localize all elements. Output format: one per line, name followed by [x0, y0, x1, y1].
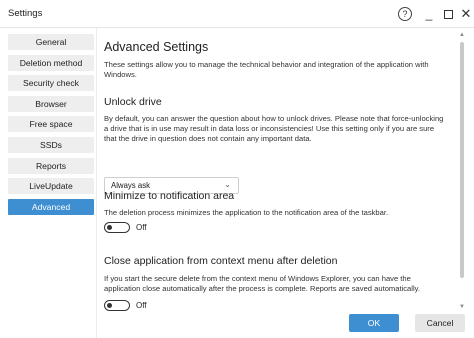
- close-icon: ✕: [460, 6, 472, 21]
- toggle-knob: [107, 302, 112, 308]
- close-app-description: If you start the secure delete from the …: [104, 274, 420, 294]
- sidebar-item-liveupdate[interactable]: LiveUpdate: [8, 178, 94, 195]
- unlock-drive-heading: Unlock drive: [104, 96, 162, 108]
- content-scrollbar[interactable]: ▲ ▼: [459, 32, 465, 312]
- minimize-toggle-label: Off: [136, 223, 147, 232]
- unlock-drive-select-value: Always ask: [111, 181, 150, 190]
- close-app-toggle[interactable]: [104, 300, 130, 311]
- maximize-icon: [443, 9, 453, 19]
- sidebar-item-deletion-method[interactable]: Deletion method: [8, 54, 94, 71]
- minimize-description: The deletion process minimizes the appli…: [104, 208, 389, 217]
- ok-button[interactable]: OK: [349, 314, 399, 332]
- sidebar-item-advanced[interactable]: Advanced: [8, 198, 94, 215]
- close-app-toggle-label: Off: [136, 301, 147, 310]
- sidebar-item-ssds[interactable]: SSDs: [8, 136, 94, 153]
- window-title: Settings: [8, 8, 43, 19]
- close-app-heading: Close application from context menu afte…: [104, 255, 338, 267]
- cancel-button[interactable]: Cancel: [415, 314, 465, 332]
- intro-text: These settings allow you to manage the t…: [104, 60, 429, 80]
- close-app-toggle-row: Off: [104, 300, 147, 311]
- minimize-heading: Minimize to notification area: [104, 190, 235, 202]
- help-icon: ?: [398, 7, 412, 21]
- settings-sidebar: General Deletion method Security check B…: [8, 34, 94, 219]
- toggle-knob: [107, 224, 112, 230]
- title-bar: Settings ? _ ✕: [0, 0, 474, 28]
- sidebar-divider: [96, 28, 97, 338]
- sidebar-item-browser[interactable]: Browser: [8, 95, 94, 112]
- maximize-button[interactable]: [440, 4, 456, 24]
- scrollbar-thumb[interactable]: [460, 42, 464, 278]
- close-button[interactable]: ✕: [458, 4, 474, 24]
- help-button[interactable]: ?: [395, 4, 415, 24]
- sidebar-item-security-check[interactable]: Security check: [8, 75, 94, 92]
- sidebar-item-general[interactable]: General: [8, 34, 94, 50]
- chevron-down-icon: ⌄: [224, 180, 231, 189]
- page-title: Advanced Settings: [104, 40, 209, 54]
- sidebar-item-reports[interactable]: Reports: [8, 157, 94, 174]
- unlock-drive-description: By default, you can answer the question …: [104, 114, 444, 144]
- minimize-toggle-row: Off: [104, 222, 147, 233]
- dialog-footer: OK Cancel: [0, 312, 474, 338]
- minimize-toggle[interactable]: [104, 222, 130, 233]
- minimize-icon: _: [425, 7, 433, 21]
- sidebar-item-free-space[interactable]: Free space: [8, 116, 94, 133]
- scroll-down-arrow-icon[interactable]: ▼: [459, 304, 465, 310]
- minimize-button[interactable]: _: [420, 4, 438, 24]
- scroll-up-arrow-icon[interactable]: ▲: [459, 32, 465, 38]
- settings-content: Advanced Settings These settings allow y…: [104, 28, 450, 312]
